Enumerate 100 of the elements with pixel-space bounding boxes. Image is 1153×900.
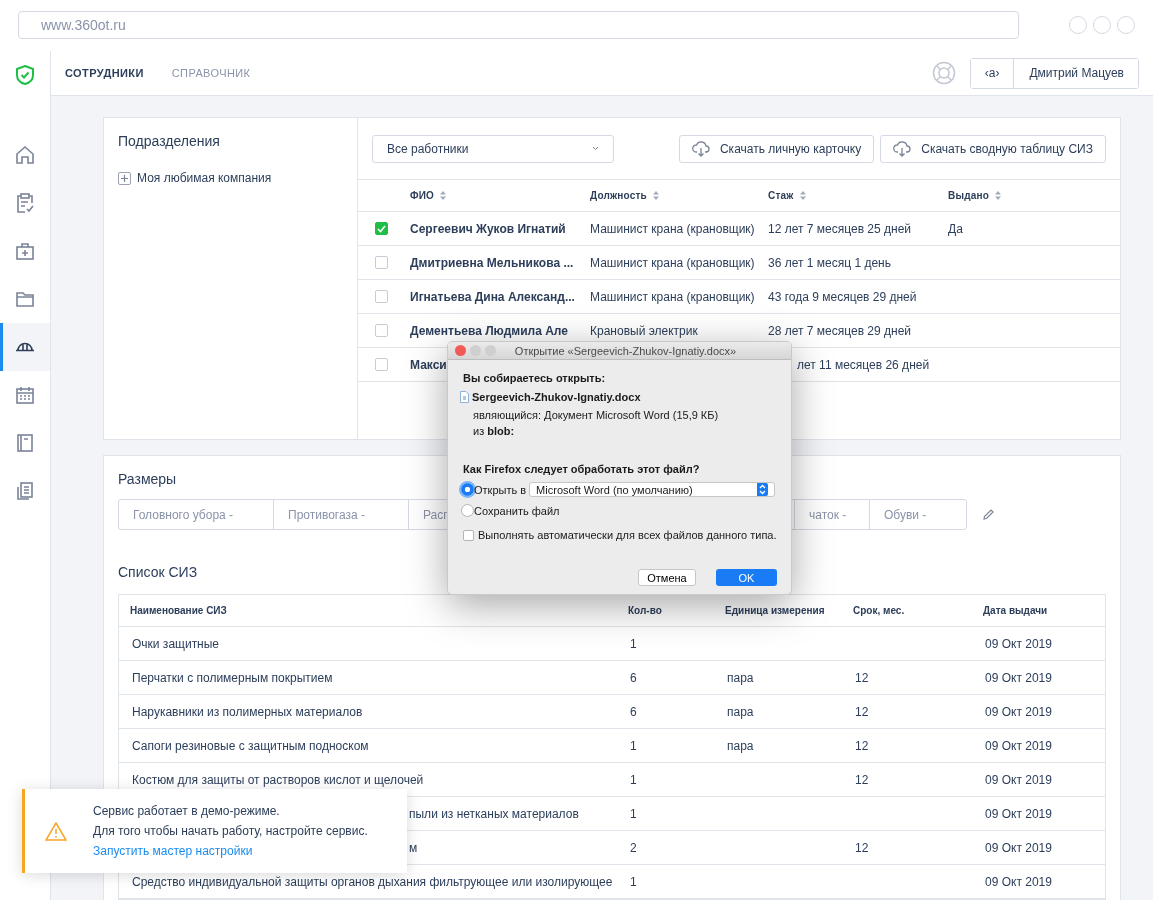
- column-header: Единица измерения: [725, 605, 825, 616]
- column-header[interactable]: Должность: [590, 190, 647, 201]
- sort-icon[interactable]: [440, 191, 447, 200]
- radio-button[interactable]: [461, 483, 474, 496]
- employee-name: Дмитриевна Мельникова ...: [410, 255, 574, 270]
- table-cell: 12: [855, 772, 869, 787]
- table-cell: 09 Окт 2019: [985, 670, 1052, 685]
- table-cell: 1: [630, 738, 637, 753]
- row-checkbox[interactable]: [375, 290, 388, 303]
- table-cell: Сапоги резиновые с защитным подноском: [132, 738, 369, 753]
- file-name: Sergeevich-Zhukov-Ignatiy.docx: [472, 391, 641, 403]
- notification-text: Сервис работает в демо-режиме.: [93, 804, 281, 818]
- table-cell: 1: [630, 636, 637, 651]
- table-cell: Крановый электрик: [590, 323, 698, 338]
- section-title: Размеры: [118, 471, 177, 487]
- row-checkbox[interactable]: [375, 358, 388, 371]
- table-cell: Машинист крана (крановщик): [590, 255, 755, 270]
- table-cell: 09 Окт 2019: [985, 772, 1052, 787]
- employee-name: Сергеевич Жуков Игнатий: [410, 221, 566, 236]
- dialog-heading: Вы собираетесь открыть:: [463, 372, 607, 384]
- nav-tab[interactable]: СОТРУДНИКИ: [65, 67, 144, 79]
- table-cell: пара: [727, 738, 754, 753]
- table-cell: лет 11 месяцев 26 дней: [797, 357, 930, 372]
- calendar-icon: [14, 384, 36, 406]
- table-cell: 1: [630, 874, 637, 889]
- table-cell: Костюм для защиты от растворов кислот и щелочей: [132, 772, 424, 787]
- column-header[interactable]: Выдано: [948, 190, 990, 201]
- user-button[interactable]: Дмитрий Мацуев: [1013, 58, 1138, 88]
- table-cell: м: [409, 840, 418, 855]
- row-checkbox[interactable]: [375, 222, 388, 235]
- employee-name: Дементьева Людмила Але: [410, 323, 568, 338]
- table-cell: 6: [630, 670, 637, 685]
- table-cell: 12: [855, 738, 869, 753]
- table-cell: Средство индивидуальной защиты органов дыхания фильтрующее или изолирующее: [132, 874, 613, 889]
- dialog-title: Открытие «Sergeevich-Zhukov-Ignatiy.docx»: [513, 344, 738, 357]
- table-cell: Очки защитные: [132, 636, 220, 651]
- checkbox-label[interactable]: Выполнять автоматически для всех файлов данного типа.: [478, 529, 777, 541]
- first-aid-kit-icon: [14, 240, 36, 262]
- row-checkbox[interactable]: [375, 256, 388, 269]
- column-header[interactable]: ФИО: [410, 190, 435, 201]
- pencil-icon[interactable]: [983, 509, 994, 520]
- table-cell: 12: [855, 840, 869, 855]
- zoom-button[interactable]: [485, 345, 496, 356]
- notebook-icon: [14, 432, 36, 454]
- table-cell: Перчатки с полимерным покрытием: [132, 670, 333, 685]
- table-cell: 1: [630, 772, 637, 787]
- column-header[interactable]: Стаж: [768, 190, 794, 201]
- shield-check-icon[interactable]: [16, 65, 34, 85]
- section-title: Список СИЗ: [118, 564, 198, 580]
- sort-icon[interactable]: [995, 191, 1002, 200]
- table-cell: пара: [727, 704, 754, 719]
- table-cell: пара: [727, 670, 754, 685]
- tree-item[interactable]: Моя любимая компания: [137, 171, 272, 185]
- clipboard-icon: [14, 192, 36, 214]
- table-cell: 12: [855, 670, 869, 685]
- option-label[interactable]: Открыть в: [474, 483, 527, 496]
- column-header: Наименование СИЗ: [130, 605, 227, 616]
- notification-text: Для того чтобы начать работу, настройте сервис.: [93, 824, 368, 838]
- checkbox[interactable]: [463, 529, 474, 541]
- download-button[interactable]: Скачать сводную таблицу СИЗ: [880, 134, 1106, 163]
- table-cell: 2: [630, 840, 637, 855]
- column-header: Кол-во: [628, 605, 662, 616]
- file-type: являющийся: Документ Microsoft Word (15,9 КБ): [473, 409, 720, 421]
- download-button[interactable]: Скачать личную карточку: [678, 134, 875, 163]
- sidebar-item[interactable]: [0, 323, 50, 371]
- table-cell: 09 Окт 2019: [985, 806, 1052, 821]
- table-cell: 09 Окт 2019: [985, 636, 1052, 651]
- cloud-download-icon: [893, 140, 912, 157]
- employee-filter-dropdown[interactable]: Все работники: [372, 134, 614, 163]
- application-dropdown[interactable]: Microsoft Word (по умолчанию): [529, 482, 776, 497]
- panel-title: Подразделения: [118, 133, 221, 149]
- expand-toggle[interactable]: [118, 171, 131, 185]
- table-cell: 1: [630, 806, 637, 821]
- close-button[interactable]: [455, 345, 466, 356]
- table-cell: 28 лет 7 месяцев 29 дней: [768, 323, 912, 338]
- warning-icon: [45, 821, 67, 841]
- table-cell: 09 Окт 2019: [985, 840, 1052, 855]
- table-cell: пыли из нетканых материалов: [409, 806, 579, 821]
- documents-icon: [14, 480, 36, 502]
- cancel-button[interactable]: Отмена: [638, 569, 696, 586]
- table-cell: Машинист крана (крановщик): [590, 289, 755, 304]
- table-cell: 09 Окт 2019: [985, 738, 1052, 753]
- sort-icon[interactable]: [653, 191, 659, 200]
- document-icon: [460, 391, 469, 403]
- employee-name: Макси: [410, 357, 447, 372]
- row-checkbox[interactable]: [375, 324, 388, 337]
- table-cell: Да: [948, 221, 963, 236]
- setup-wizard-link[interactable]: Запустить мастер настройки: [93, 844, 368, 858]
- lifebuoy-icon[interactable]: [931, 61, 956, 85]
- plus-icon: [120, 173, 129, 183]
- file-source: из blob:: [473, 425, 516, 437]
- ok-button[interactable]: OK: [716, 569, 777, 586]
- minimize-button[interactable]: [470, 345, 481, 356]
- table-cell: 12: [855, 704, 869, 719]
- employee-name: Игнатьева Дина Александ...: [410, 289, 575, 304]
- sort-icon[interactable]: [799, 191, 806, 200]
- column-header: Дата выдачи: [983, 605, 1048, 616]
- column-header: Срок, мес.: [853, 605, 905, 616]
- hard-hat-icon: [15, 342, 35, 352]
- table-cell: 09 Окт 2019: [985, 704, 1052, 719]
